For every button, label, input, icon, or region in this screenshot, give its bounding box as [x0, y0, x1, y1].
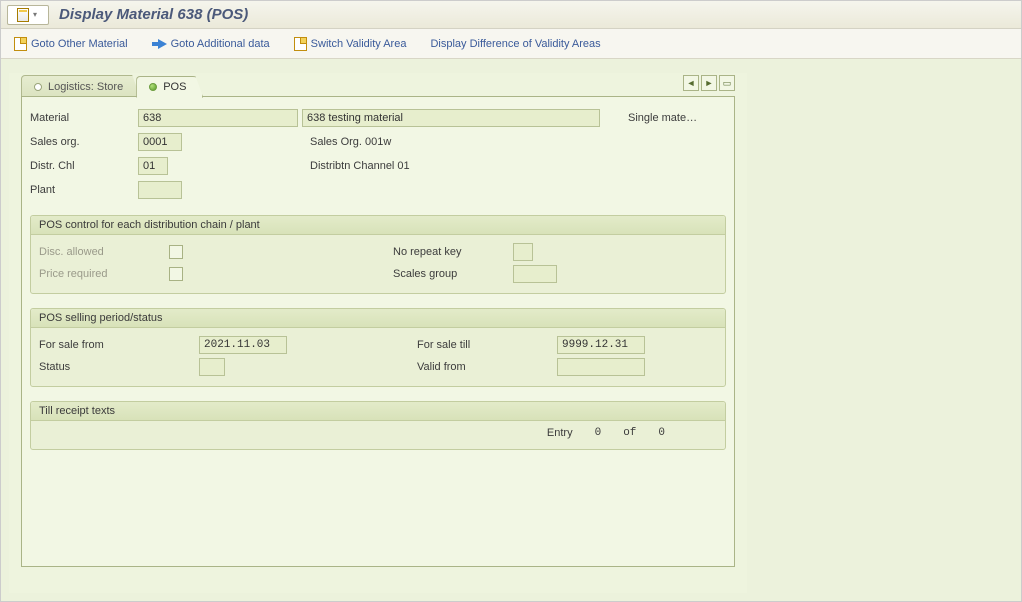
inner-panel: Logistics: Store POS ◄ ► ▭ Material — [9, 73, 747, 593]
sales-org-field[interactable] — [138, 133, 182, 151]
title-bar: ▾ Display Material 638 (POS) — [1, 1, 1021, 29]
scales-group-field[interactable] — [513, 265, 557, 283]
no-repeat-key-label: No repeat key — [393, 246, 513, 258]
entry-total: 0 — [658, 427, 665, 439]
switch-validity-area-button[interactable]: Switch Validity Area — [291, 35, 410, 53]
material-description-field[interactable] — [302, 109, 600, 127]
group-pos-control: POS control for each distribution chain … — [30, 215, 726, 294]
button-label: Goto Additional data — [171, 38, 270, 50]
for-sale-from-label: For sale from — [39, 339, 199, 351]
button-label: Switch Validity Area — [311, 38, 407, 50]
entry-of: of — [623, 427, 636, 439]
document-icon — [14, 37, 27, 51]
sales-org-desc: Sales Org. 001w — [182, 136, 391, 148]
group-till-receipt: Till receipt texts Entry 0 of 0 — [30, 401, 726, 450]
tab-indicator-icon — [34, 83, 42, 91]
tab-scroll-right-button[interactable]: ► — [701, 75, 717, 91]
disc-allowed-checkbox[interactable] — [169, 245, 183, 259]
material-label: Material — [30, 112, 138, 124]
document-icon — [294, 37, 307, 51]
for-sale-till-field[interactable] — [557, 336, 645, 354]
distr-chl-desc: Distribtn Channel 01 — [168, 160, 410, 172]
group-header: POS control for each distribution chain … — [31, 216, 725, 235]
sap-window: ▾ Display Material 638 (POS) Goto Other … — [0, 0, 1022, 602]
goto-additional-data-button[interactable]: Goto Additional data — [149, 36, 273, 52]
for-sale-till-label: For sale till — [417, 339, 557, 351]
goto-other-material-button[interactable]: Goto Other Material — [11, 35, 131, 53]
group-selling-period: POS selling period/status For sale from … — [30, 308, 726, 387]
tab-scroll-left-button[interactable]: ◄ — [683, 75, 699, 91]
material-field[interactable] — [138, 109, 298, 127]
entry-current: 0 — [595, 427, 602, 439]
disc-allowed-label: Disc. allowed — [39, 246, 169, 258]
group-header: POS selling period/status — [31, 309, 725, 328]
distr-chl-field[interactable] — [138, 157, 168, 175]
page-title: Display Material 638 (POS) — [59, 6, 248, 23]
entry-counter: Entry 0 of 0 — [31, 421, 725, 449]
status-field[interactable] — [199, 358, 225, 376]
title-menu-button[interactable]: ▾ — [7, 5, 49, 25]
entry-label: Entry — [547, 427, 573, 439]
group-header: Till receipt texts — [31, 402, 725, 421]
document-icon — [17, 8, 29, 22]
arrow-right-icon — [158, 39, 167, 49]
valid-from-field[interactable] — [557, 358, 645, 376]
valid-from-label: Valid from — [417, 361, 557, 373]
no-repeat-key-field[interactable] — [513, 243, 533, 261]
for-sale-from-field[interactable] — [199, 336, 287, 354]
plant-label: Plant — [30, 184, 138, 196]
tab-logistics-store[interactable]: Logistics: Store — [21, 75, 140, 97]
material-type-text: Single mate… — [600, 112, 697, 124]
status-label: Status — [39, 361, 199, 373]
display-difference-button[interactable]: Display Difference of Validity Areas — [427, 36, 603, 52]
content-area: Logistics: Store POS ◄ ► ▭ Material — [1, 59, 1021, 601]
price-required-checkbox[interactable] — [169, 267, 183, 281]
tab-indicator-active-icon — [149, 83, 157, 91]
button-label: Goto Other Material — [31, 38, 128, 50]
tab-body-pos: Material Single mate… Sales org. Sales O… — [21, 97, 735, 567]
plant-field[interactable] — [138, 181, 182, 199]
tab-label: Logistics: Store — [48, 81, 123, 93]
tab-strip: Logistics: Store POS ◄ ► ▭ — [21, 73, 747, 97]
distr-chl-label: Distr. Chl — [30, 160, 138, 172]
price-required-label: Price required — [39, 268, 169, 280]
tab-pos[interactable]: POS — [136, 76, 203, 98]
sales-org-label: Sales org. — [30, 136, 138, 148]
application-toolbar: Goto Other Material Goto Additional data… — [1, 29, 1021, 59]
scales-group-label: Scales group — [393, 268, 513, 280]
tab-label: POS — [163, 81, 186, 93]
dropdown-icon: ▾ — [31, 11, 39, 19]
button-label: Display Difference of Validity Areas — [430, 38, 600, 50]
tab-nav: ◄ ► ▭ — [683, 75, 735, 91]
tab-list-button[interactable]: ▭ — [719, 75, 735, 91]
